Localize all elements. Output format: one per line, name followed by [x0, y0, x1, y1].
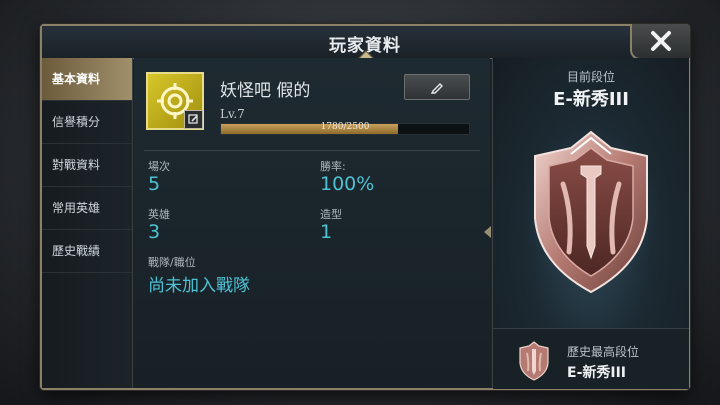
title-bar: 玩家資料: [42, 24, 690, 68]
divider: [144, 150, 480, 151]
rename-button[interactable]: [404, 74, 470, 100]
team-value: 尚未加入戰隊: [148, 276, 250, 296]
heroes-label: 英雄: [148, 208, 170, 221]
sidebar-item-match-data[interactable]: 對戰資料: [42, 144, 132, 187]
shield-emblem-icon: [517, 130, 665, 294]
current-rank-title: 目前段位: [566, 70, 615, 84]
edit-icon: [188, 114, 198, 124]
panel-notch: [484, 226, 491, 238]
skins-label: 造型: [320, 208, 342, 221]
rank-emblem[interactable]: [515, 126, 667, 298]
sidebar-item-common-heroes[interactable]: 常用英雄: [42, 187, 132, 230]
avatar-edit-button[interactable]: [184, 110, 203, 129]
close-icon: [651, 31, 671, 51]
highest-rank-emblem-icon: [519, 341, 549, 381]
matches-value: 5: [148, 173, 161, 195]
current-rank-name: E-新秀III: [553, 89, 629, 110]
profile-panel: 妖怪吧 假的 Lv.7 1780/2500 場次 5 勝率: 100% 英雄 3…: [134, 58, 490, 388]
skins-value: 1: [320, 221, 333, 243]
player-name: 妖怪吧 假的: [220, 81, 311, 101]
highest-rank-title: 歷史最高段位: [567, 345, 640, 359]
xp-bar: 1780/2500: [220, 122, 470, 135]
sidebar: 基本資料 信譽積分 對戰資料 常用英雄 歷史戰績: [42, 58, 133, 388]
sidebar-item-basic-info[interactable]: 基本資料: [42, 58, 132, 101]
xp-text: 1780/2500: [320, 122, 370, 132]
close-button[interactable]: [630, 24, 690, 60]
player-profile-window: 玩家資料 基本資料 信譽積分 對戰資料 常用英雄 歷史戰績 妖怪吧 假的 Lv.…: [40, 24, 690, 390]
matches-label: 場次: [148, 160, 170, 173]
heroes-value: 3: [148, 221, 161, 243]
player-level: Lv.7: [220, 107, 245, 121]
pencil-icon: [430, 83, 443, 94]
avatar[interactable]: [146, 72, 204, 130]
winrate-label: 勝率:: [320, 160, 346, 173]
highest-rank-section: 歷史最高段位 E-新秀III: [493, 328, 689, 389]
highest-rank-name: E-新秀III: [567, 365, 627, 381]
rank-panel: 目前段位 E-新秀III 歷史最高段位 E-新秀III: [492, 58, 689, 389]
team-label: 戰隊/職位: [148, 256, 196, 269]
sidebar-item-reputation[interactable]: 信譽積分: [42, 101, 132, 144]
winrate-value: 100%: [320, 173, 375, 195]
sidebar-item-match-history[interactable]: 歷史戰績: [42, 230, 132, 273]
